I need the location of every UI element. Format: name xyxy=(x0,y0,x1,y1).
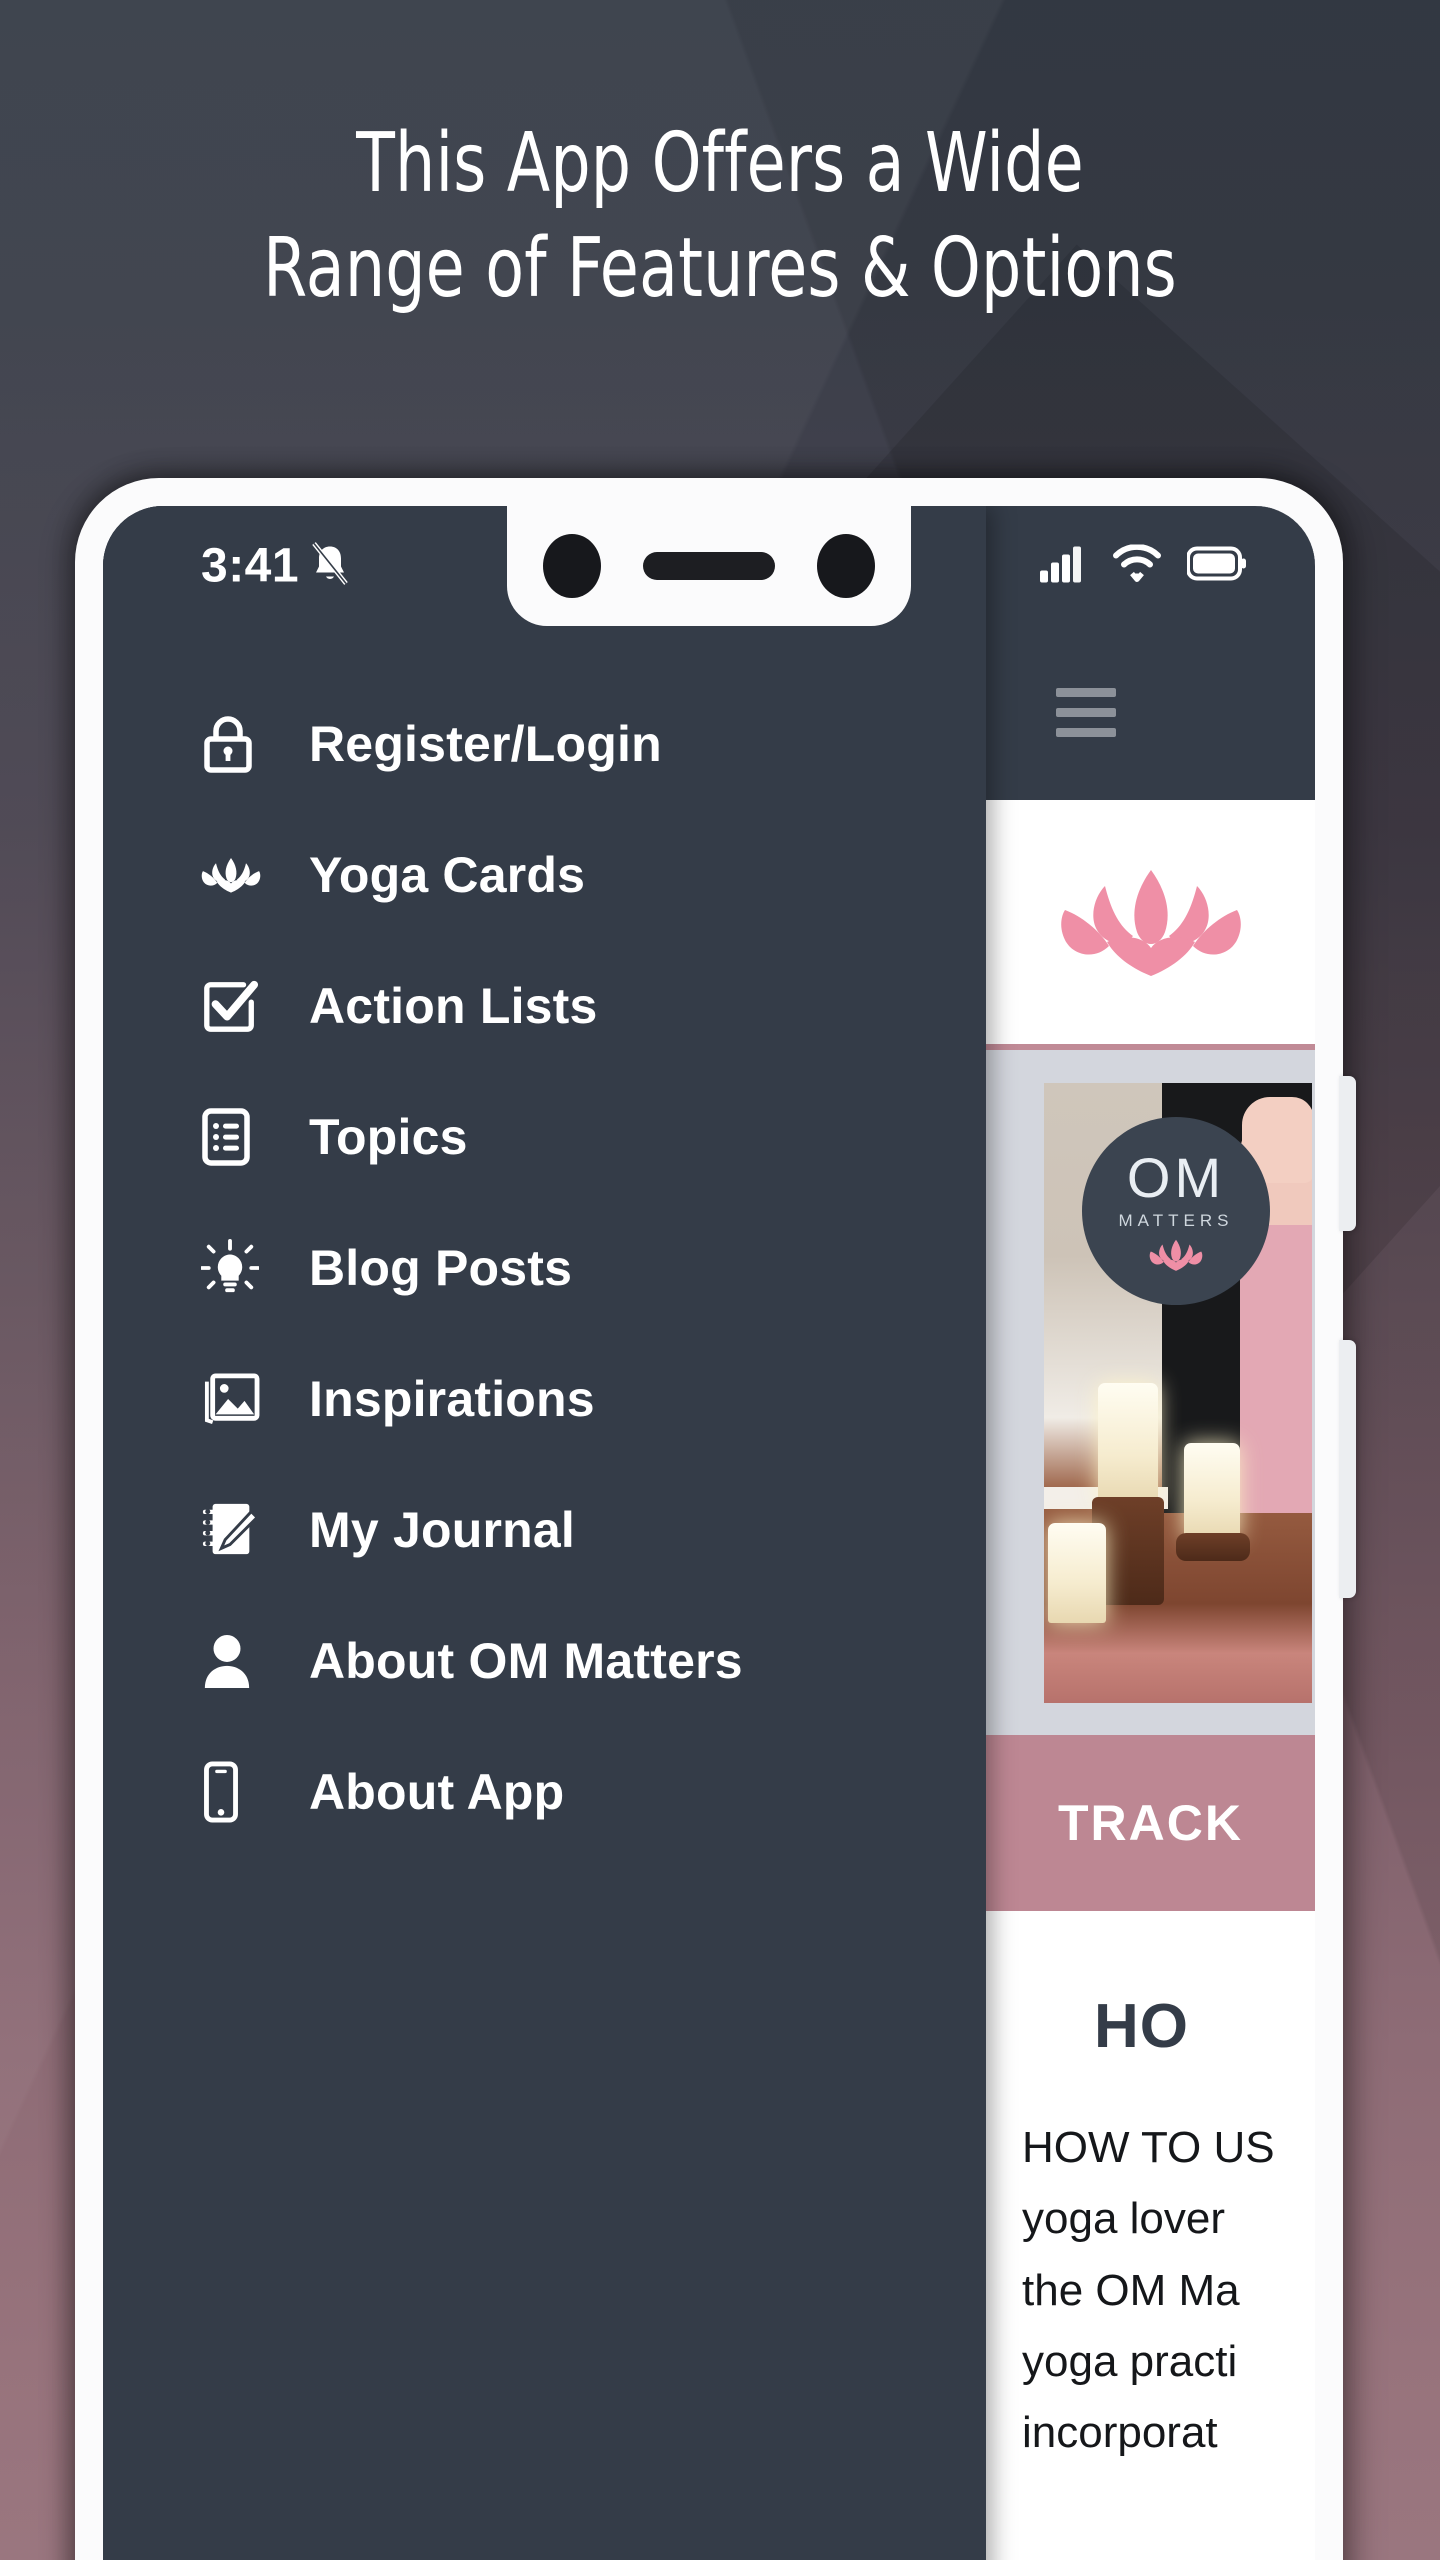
screenshot-stage: This App Offers a Wide Range of Features… xyxy=(0,0,1440,2560)
image-icon xyxy=(201,1372,277,1426)
sidebar-item-label: My Journal xyxy=(309,1501,575,1558)
article-section: HO HOW TO US yoga lover the OM Ma yoga p… xyxy=(986,1911,1315,2469)
sidebar-item-label: Topics xyxy=(309,1108,468,1165)
sidebar-item-about-om-matters[interactable]: About OM Matters xyxy=(103,1595,986,1726)
phone-power-button[interactable] xyxy=(1339,1340,1356,1598)
sidebar-item-label: Register/Login xyxy=(309,715,662,772)
lock-icon xyxy=(201,714,277,774)
phone-notch xyxy=(507,506,911,626)
front-sensor-icon xyxy=(817,534,875,598)
sidebar-item-blog-posts[interactable]: Blog Posts xyxy=(103,1202,986,1333)
navigation-drawer: Register/Login Yoga Cards Action Lists T… xyxy=(103,506,986,2560)
front-camera-icon xyxy=(543,534,601,598)
track-button[interactable]: TRACK xyxy=(986,1735,1315,1911)
sidebar-item-inspirations[interactable]: Inspirations xyxy=(103,1333,986,1464)
phone-screen: OM MATTERS TRACK HO HOW TO US yoga lover… xyxy=(103,506,1315,2560)
mobile-phone-icon xyxy=(201,1760,277,1823)
sidebar-item-label: About OM Matters xyxy=(309,1632,743,1689)
sidebar-item-topics[interactable]: Topics xyxy=(103,1071,986,1202)
sidebar-item-label: Inspirations xyxy=(309,1370,595,1427)
status-bar-left: 3:41 xyxy=(201,539,353,594)
sidebar-item-label: Action Lists xyxy=(309,977,598,1034)
article-heading: HO xyxy=(1094,1992,1189,2061)
phone-mockup: OM MATTERS TRACK HO HOW TO US yoga lover… xyxy=(75,478,1356,2560)
sidebar-item-yoga-cards[interactable]: Yoga Cards xyxy=(103,809,986,940)
status-bar-right xyxy=(1039,543,1247,588)
yoga-card[interactable]: OM MATTERS xyxy=(986,1050,1315,1735)
lotus-icon xyxy=(1149,1239,1203,1271)
app-content-panel: OM MATTERS TRACK HO HOW TO US yoga lover… xyxy=(986,506,1315,2560)
list-document-icon xyxy=(201,1107,277,1167)
om-matters-badge: OM MATTERS xyxy=(1082,1116,1270,1305)
lightbulb-icon xyxy=(201,1238,277,1297)
sidebar-item-my-journal[interactable]: My Journal xyxy=(103,1464,986,1595)
sidebar-item-label: About App xyxy=(309,1763,565,1820)
wifi-icon xyxy=(1113,543,1161,588)
sidebar-item-register-login[interactable]: Register/Login xyxy=(103,678,986,809)
hamburger-menu-icon[interactable] xyxy=(1056,687,1116,737)
notebook-pencil-icon xyxy=(201,1500,277,1560)
article-body: HOW TO US yoga lover the OM Ma yoga prac… xyxy=(1022,2123,1275,2458)
om-badge-title: OM xyxy=(1126,1145,1226,1209)
bell-muted-icon xyxy=(307,541,353,592)
brand-header xyxy=(986,800,1315,1050)
status-clock: 3:41 xyxy=(201,539,300,593)
card-photo: OM MATTERS xyxy=(1044,1082,1312,1703)
sidebar-item-about-app[interactable]: About App xyxy=(103,1726,986,1857)
lotus-logo xyxy=(1060,870,1241,976)
phone-bezel: OM MATTERS TRACK HO HOW TO US yoga lover… xyxy=(103,506,1315,2560)
sidebar-item-label: Yoga Cards xyxy=(309,846,586,903)
page-title: This App Offers a Wide Range of Features… xyxy=(263,116,1177,316)
cellular-signal-icon xyxy=(1039,545,1087,588)
om-badge-subtitle: MATTERS xyxy=(1118,1210,1234,1230)
sidebar-item-label: Blog Posts xyxy=(309,1239,573,1296)
sidebar-item-action-lists[interactable]: Action Lists xyxy=(103,940,986,1071)
phone-volume-button[interactable] xyxy=(1339,1076,1356,1231)
earpiece-speaker xyxy=(643,552,775,580)
lotus-icon xyxy=(201,855,277,895)
battery-full-icon xyxy=(1186,546,1247,586)
checkbox-checked-icon xyxy=(201,977,277,1035)
person-icon xyxy=(201,1632,277,1690)
